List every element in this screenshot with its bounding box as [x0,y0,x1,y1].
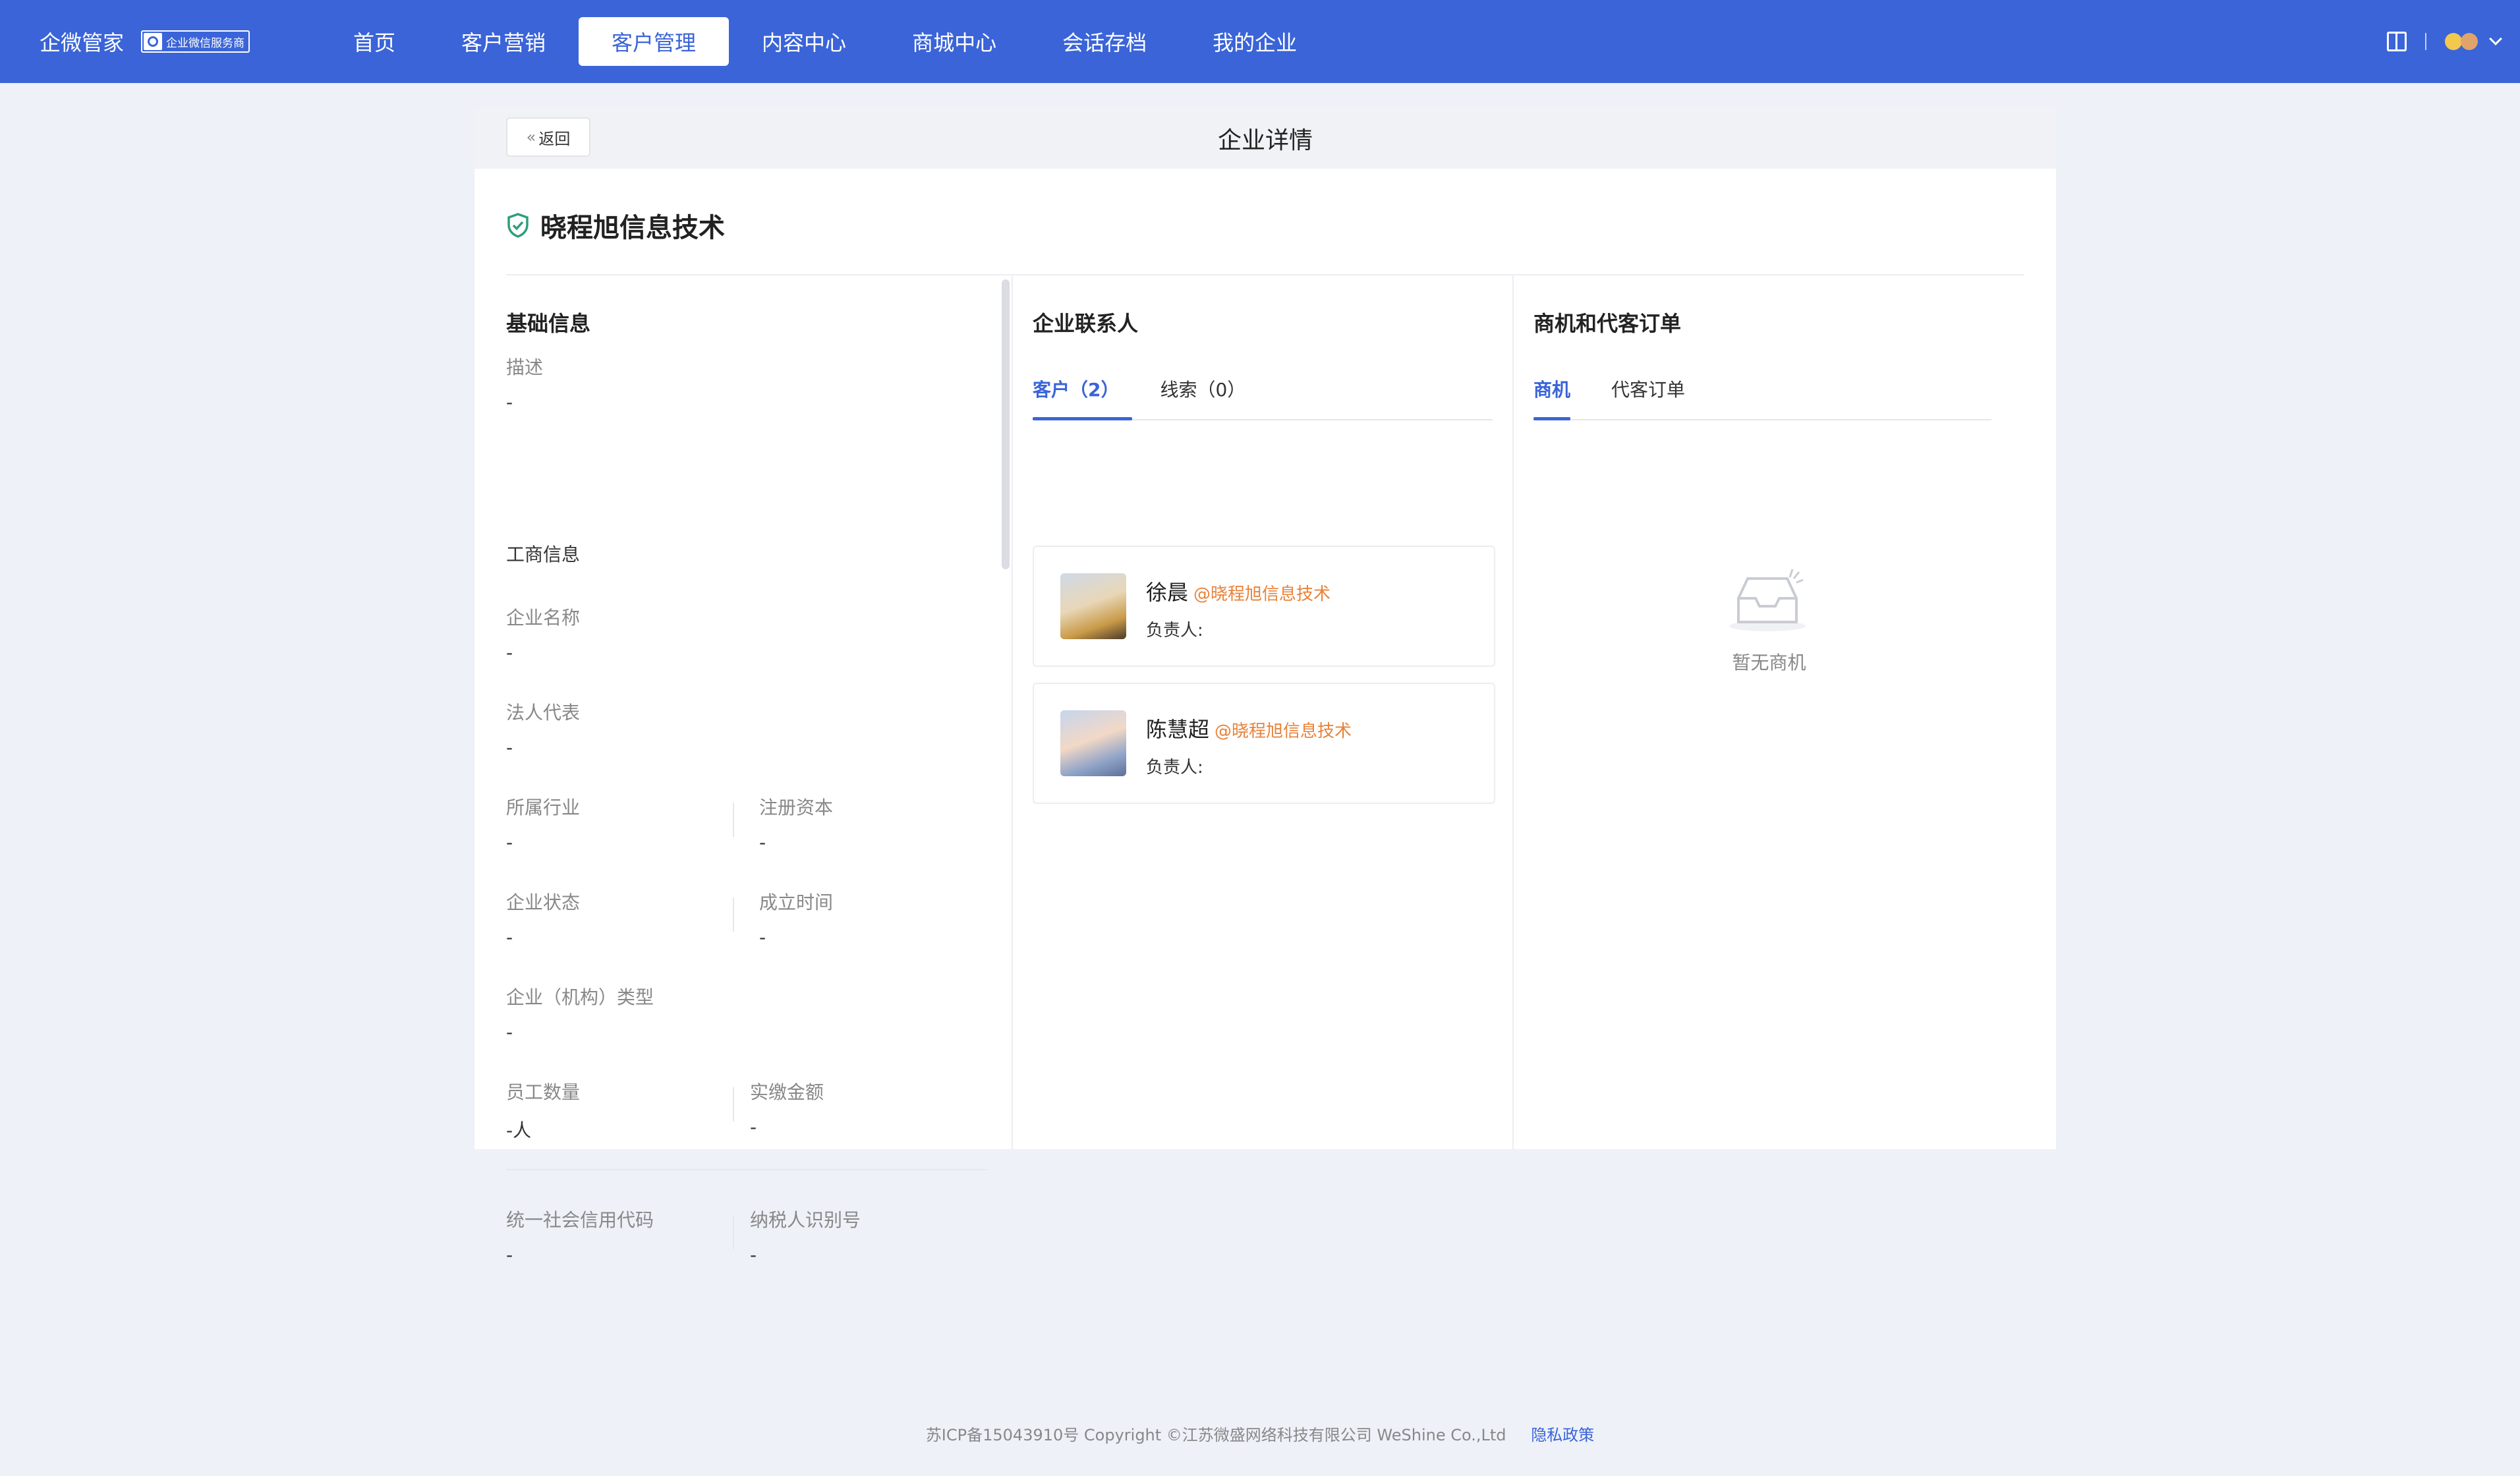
top-navbar: 企微管家 企业微信服务商 首页 客户营销 客户管理 内容中心 商城中心 会话存档… [0,0,2520,83]
field-label: 企业（机构）类型 [506,986,654,1008]
field-company-status: 企业状态 - [506,888,580,948]
nav-content-center[interactable]: 内容中心 [729,17,879,66]
empty-inbox-icon [1729,569,1806,631]
avatar [1060,710,1126,776]
field-label: 实缴金额 [750,1081,824,1103]
tab-proxy-orders[interactable]: 代客订单 [1611,368,1685,419]
field-label: 成立时间 [759,892,834,913]
contact-name: 陈慧超 @晓程旭信息技术 [1146,713,1352,743]
field-founded-date: 成立时间 - [759,888,833,948]
tab-customers[interactable]: 客户（2） [1033,368,1133,420]
tab-opportunities[interactable]: 商机 [1533,368,1571,420]
scrollbar[interactable] [1002,279,1010,569]
nav-my-company[interactable]: 我的企业 [1180,17,1330,66]
company-heading: 晓程旭信息技术 [506,206,725,245]
contact-name: 徐晨 @晓程旭信息技术 [1146,576,1331,606]
user-avatar[interactable] [2445,33,2478,50]
footer: 苏ICP备15043910号 Copyright ©江苏微盛网络科技有限公司 W… [0,1422,2520,1445]
field-label: 描述 [506,356,544,378]
field-label: 企业名称 [506,607,581,629]
field-credit-code: 统一社会信用代码 - [506,1206,654,1266]
field-legal-rep: 法人代表 - [506,698,580,758]
main-nav: 首页 客户营销 客户管理 内容中心 商城中心 会话存档 我的企业 [320,17,1330,66]
nav-customer-marketing[interactable]: 客户营销 [428,17,579,66]
field-label: 员工数量 [506,1081,581,1103]
contact-org: @晓程旭信息技术 [1215,722,1352,741]
field-value: - [750,1244,757,1266]
field-value: - [506,391,513,413]
company-name: 晓程旭信息技术 [540,213,725,243]
nav-customer-management[interactable]: 客户管理 [579,17,730,66]
contacts-panel: 企业联系人 客户（2） 线索（0） 徐晨 @晓程旭信息技术 负责人: 陈慧超 @晓程… [1012,275,1514,1149]
nav-home[interactable]: 首页 [320,17,428,66]
card-header: « 返回 企业详情 [474,107,2056,169]
field-label: 纳税人识别号 [750,1209,861,1231]
divider [733,803,734,837]
field-value: - [506,642,513,664]
deals-tabs: 商机 代客订单 [1533,368,1991,420]
business-info-title: 工商信息 [506,544,581,565]
brand[interactable]: 企微管家 企业微信服务商 [40,26,250,57]
contact-card[interactable]: 徐晨 @晓程旭信息技术 负责人: [1033,546,1495,667]
contact-card[interactable]: 陈慧超 @晓程旭信息技术 负责人: [1033,683,1495,804]
field-value: - [750,1116,757,1138]
service-provider-badge: 企业微信服务商 [141,30,250,53]
field-company-type: 企业（机构）类型 - [506,983,654,1043]
tab-leads[interactable]: 线索（0） [1160,368,1246,419]
empty-text: 暂无商机 [1732,652,1806,673]
chevron-down-icon[interactable] [2489,32,2502,45]
contacts-tabs: 客户（2） 线索（0） [1033,368,1493,420]
field-company-name: 企业名称 - [506,604,580,664]
field-value: - [506,832,513,853]
field-label: 所属行业 [506,797,581,818]
avatar [1060,573,1126,639]
contacts-title: 企业联系人 [1033,311,1139,336]
brand-name: 企微管家 [40,30,125,55]
badge-text: 企业微信服务商 [166,36,245,50]
field-taxpayer-id: 纳税人识别号 - [750,1206,861,1266]
page-title: 企业详情 [1217,127,1313,154]
wecom-logo-icon [144,33,163,50]
nav-chat-archive[interactable]: 会话存档 [1029,17,1180,66]
field-label: 统一社会信用代码 [506,1209,654,1231]
basic-info-title: 基础信息 [506,311,591,336]
divider [506,1169,987,1170]
field-label: 注册资本 [759,797,834,818]
contact-owner: 负责人: [1146,621,1203,640]
field-value: - [759,926,766,948]
field-description: 描述 - [506,353,543,413]
top-right-tools [2387,26,2502,57]
field-paid-capital: 实缴金额 - [750,1078,824,1138]
field-value: -人 [506,1120,532,1141]
field-label: 企业状态 [506,892,581,913]
empty-state: 暂无商机 [1514,565,2024,675]
field-value: - [759,832,766,853]
field-label: 法人代表 [506,702,581,724]
field-staff-count: 员工数量 -人 [506,1078,580,1143]
divider [733,1087,734,1121]
contact-name-text: 徐晨 [1146,580,1189,605]
company-detail-card: « 返回 企业详情 晓程旭信息技术 基础信息 描述 - 工商信息 企业名称 - … [474,107,2056,1266]
divider [733,1215,734,1249]
contact-org: @晓程旭信息技术 [1193,584,1331,604]
field-value: - [506,1021,513,1043]
deals-title: 商机和代客订单 [1533,311,1682,336]
deals-panel: 商机和代客订单 商机 代客订单 暂无商机 [1514,275,2024,1149]
divider [2425,33,2426,50]
divider [733,897,734,932]
contact-owner: 负责人: [1146,758,1203,778]
nav-mall-center[interactable]: 商城中心 [879,17,1029,66]
field-value: - [506,1244,513,1266]
basic-info-panel[interactable]: 基础信息 描述 - 工商信息 企业名称 - 法人代表 - 所属行业 - 注册资本… [506,275,1007,1266]
privacy-policy-link[interactable]: 隐私政策 [1531,1426,1594,1444]
copyright: 苏ICP备15043910号 Copyright ©江苏微盛网络科技有限公司 W… [925,1426,1506,1444]
shield-check-icon [507,213,529,238]
field-industry: 所属行业 - [506,793,580,853]
book-icon[interactable] [2387,32,2407,51]
contact-name-text: 陈慧超 [1146,717,1210,742]
field-value: - [506,737,513,758]
field-value: - [506,926,513,948]
field-registered-capital: 注册资本 - [759,793,833,853]
